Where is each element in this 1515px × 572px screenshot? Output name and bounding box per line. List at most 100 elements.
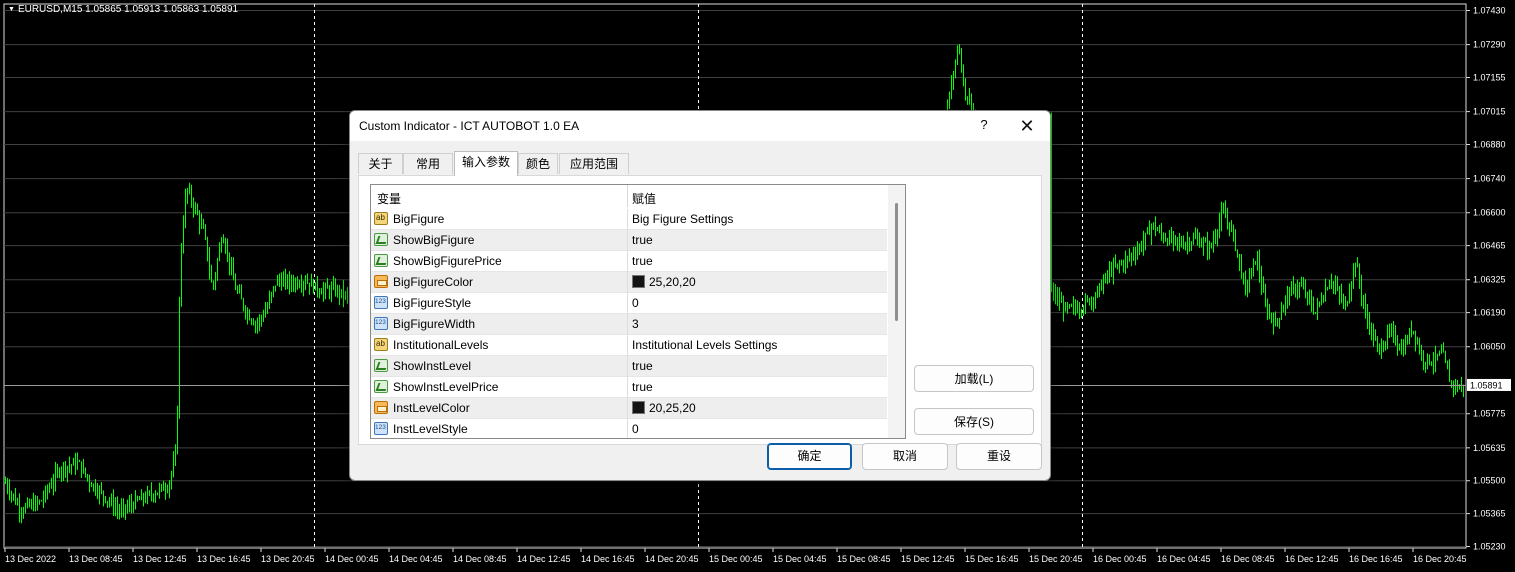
- dialog-title: Custom Indicator - ICT AUTOBOT 1.0 EA: [359, 119, 580, 133]
- time-label: 15 Dec 04:45: [773, 554, 827, 564]
- param-row[interactable]: BigFigureWidth 3: [371, 314, 887, 335]
- cell-divider: [627, 419, 628, 438]
- grid-scrollbar[interactable]: [888, 185, 905, 438]
- price-label: 1.05365: [1473, 509, 1506, 519]
- grid-header: 变量 赋值: [371, 185, 887, 207]
- column-variable[interactable]: 变量: [377, 190, 401, 207]
- cell-divider: [627, 314, 628, 335]
- param-value-cell[interactable]: true: [632, 233, 653, 247]
- cell-divider: [627, 356, 628, 377]
- time-label: 14 Dec 16:45: [581, 554, 635, 564]
- cancel-button[interactable]: 取消: [862, 443, 948, 470]
- color-type-icon: [374, 275, 388, 288]
- save-button[interactable]: 保存(S): [914, 408, 1034, 435]
- cell-divider: [627, 377, 628, 398]
- bool-type-icon: [374, 254, 388, 267]
- price-label: 1.06465: [1473, 241, 1506, 251]
- time-label: 14 Dec 04:45: [389, 554, 443, 564]
- time-label: 14 Dec 00:45: [325, 554, 379, 564]
- param-value-cell[interactable]: 25,20,20: [632, 275, 696, 289]
- param-row[interactable]: ShowInstLevel true: [371, 356, 887, 377]
- price-label: 1.05635: [1473, 443, 1506, 453]
- param-row[interactable]: BigFigure Big Figure Settings: [371, 209, 887, 230]
- param-value: 3: [632, 317, 639, 331]
- time-label: 16 Dec 16:45: [1349, 554, 1403, 564]
- time-label: 16 Dec 04:45: [1157, 554, 1211, 564]
- tab-common[interactable]: 常用: [403, 153, 453, 174]
- price-label: 1.06325: [1473, 275, 1506, 285]
- price-label: 1.07015: [1473, 107, 1506, 117]
- cell-divider: [627, 335, 628, 356]
- param-name: InstitutionalLevels: [393, 338, 489, 352]
- column-divider[interactable]: [627, 185, 628, 207]
- param-row[interactable]: InstLevelColor 20,25,20: [371, 398, 887, 419]
- price-label: 1.06880: [1473, 140, 1506, 150]
- time-label: 14 Dec 08:45: [453, 554, 507, 564]
- param-row[interactable]: ShowBigFigure true: [371, 230, 887, 251]
- time-label: 13 Dec 2022: [5, 554, 56, 564]
- time-label: 16 Dec 00:45: [1093, 554, 1147, 564]
- param-value-cell[interactable]: true: [632, 254, 653, 268]
- param-value: Institutional Levels Settings: [632, 338, 778, 352]
- price-label: 1.05500: [1473, 476, 1506, 486]
- param-row[interactable]: BigFigureStyle 0: [371, 293, 887, 314]
- inputs-panel: 变量 赋值 BigFigure Big Figure Settings ShowBi…: [358, 175, 1042, 445]
- time-label: 16 Dec 12:45: [1285, 554, 1339, 564]
- column-value[interactable]: 赋值: [632, 190, 656, 207]
- param-row[interactable]: BigFigureColor 25,20,20: [371, 272, 887, 293]
- number-type-icon: [374, 296, 388, 309]
- param-value-cell[interactable]: Institutional Levels Settings: [632, 338, 777, 352]
- time-label: 14 Dec 12:45: [517, 554, 571, 564]
- price-label: 1.07430: [1473, 6, 1506, 16]
- inputs-grid: 变量 赋值 BigFigure Big Figure Settings ShowBi…: [370, 184, 906, 439]
- ok-button[interactable]: 确定: [767, 443, 852, 470]
- tab-colors[interactable]: 颜色: [518, 153, 558, 174]
- price-label: 1.06600: [1473, 208, 1506, 218]
- tab-visualization[interactable]: 应用范围: [559, 153, 629, 174]
- param-value-cell[interactable]: true: [632, 359, 653, 373]
- dialog-titlebar[interactable]: Custom Indicator - ICT AUTOBOT 1.0 EA ? …: [350, 111, 1050, 141]
- chart-header: ▼ EURUSD,M15 1.05865 1.05913 1.05863 1.05…: [8, 4, 238, 15]
- price-label: 1.07155: [1473, 73, 1506, 83]
- chart-symbol-label: EURUSD,M15 1.05865 1.05913 1.05863 1.058…: [17, 4, 239, 15]
- dropdown-arrow-icon[interactable]: ▼: [8, 6, 15, 13]
- param-row[interactable]: InstitutionalLevels Institutional Levels …: [371, 335, 887, 356]
- price-label: 1.05230: [1473, 542, 1506, 552]
- load-button[interactable]: 加载(L): [914, 365, 1034, 392]
- price-label: 1.06740: [1473, 174, 1506, 184]
- current-price-label: 1.05891: [1470, 380, 1503, 390]
- param-row[interactable]: ShowInstLevelPrice true: [371, 377, 887, 398]
- tab-bar: 关于 常用 输入参数 颜色 应用范围: [358, 151, 1044, 176]
- param-value-cell[interactable]: 0: [632, 296, 639, 310]
- number-type-icon: [374, 317, 388, 330]
- param-row[interactable]: ShowBigFigurePrice true: [371, 251, 887, 272]
- price-label: 1.06050: [1473, 342, 1506, 352]
- time-label: 16 Dec 08:45: [1221, 554, 1275, 564]
- price-label: 1.07290: [1473, 40, 1506, 50]
- reset-button[interactable]: 重设: [956, 443, 1042, 470]
- cell-divider: [627, 293, 628, 314]
- time-label: 16 Dec 20:45: [1413, 554, 1467, 564]
- help-button[interactable]: ?: [974, 115, 994, 135]
- time-label: 15 Dec 12:45: [901, 554, 955, 564]
- param-value-cell[interactable]: Big Figure Settings: [632, 212, 733, 226]
- param-value-cell[interactable]: 0: [632, 422, 639, 436]
- bool-type-icon: [374, 359, 388, 372]
- color-swatch: [632, 401, 645, 414]
- close-icon[interactable]: ✕: [1016, 115, 1038, 137]
- param-value-cell[interactable]: 20,25,20: [632, 401, 696, 415]
- cell-divider: [627, 230, 628, 251]
- scrollbar-thumb[interactable]: [895, 203, 898, 321]
- param-value: 20,25,20: [649, 401, 696, 415]
- cell-divider: [627, 251, 628, 272]
- param-name: BigFigureColor: [393, 275, 474, 289]
- param-name: ShowBigFigurePrice: [393, 254, 502, 268]
- tab-inputs[interactable]: 输入参数: [454, 151, 518, 176]
- color-type-icon: [374, 401, 388, 414]
- cell-divider: [627, 209, 628, 230]
- param-value-cell[interactable]: true: [632, 380, 653, 394]
- param-value-cell[interactable]: 3: [632, 317, 639, 331]
- param-row[interactable]: InstLevelStyle 0: [371, 419, 887, 438]
- time-label: 14 Dec 20:45: [645, 554, 699, 564]
- tab-about[interactable]: 关于: [358, 153, 403, 174]
